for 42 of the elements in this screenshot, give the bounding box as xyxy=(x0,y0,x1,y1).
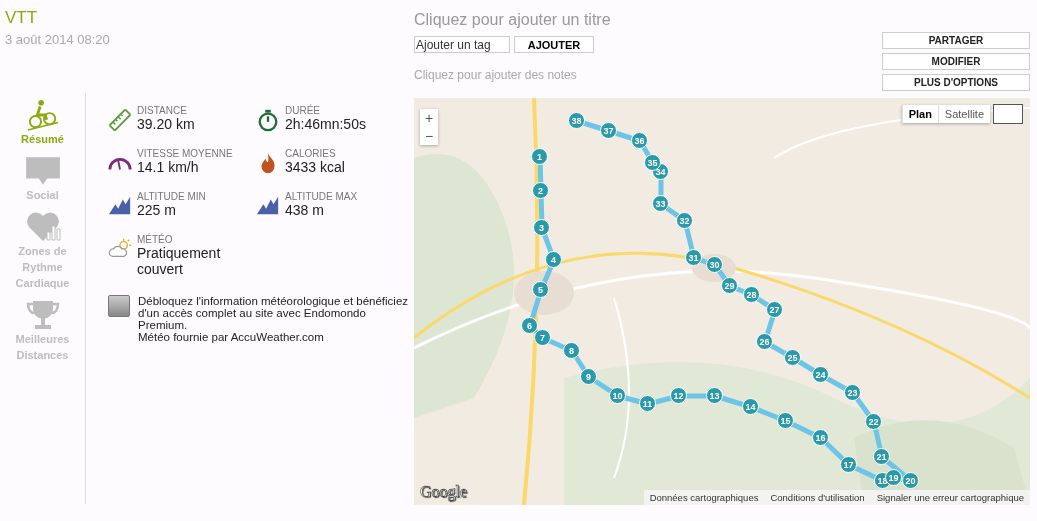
sidebar-tab[interactable]: Résumé xyxy=(2,99,83,147)
zoom-in-button[interactable]: + xyxy=(420,109,438,127)
premium-icon xyxy=(108,295,130,317)
sidebar-tab[interactable]: Meilleures Distances xyxy=(2,299,83,363)
stat-label: ALTITUDE MAX xyxy=(285,191,359,202)
map-link[interactable]: Conditions d'utilisation xyxy=(764,490,871,505)
ruler-icon xyxy=(108,107,132,133)
stat-value: 3433 kcal xyxy=(285,159,346,175)
map-type-tab[interactable]: Satellite xyxy=(937,105,990,123)
sidebar-tab[interactable]: Zones de Rythme Cardiaque xyxy=(2,211,83,291)
stat-value: Pratiquement couvert xyxy=(137,245,222,277)
map-link[interactable]: Signaler une erreur cartographique xyxy=(870,490,1030,505)
map-logo: Google xyxy=(420,483,468,501)
sidebar-tab[interactable]: Social xyxy=(2,155,83,203)
stat-label: ALTITUDE MIN xyxy=(137,191,207,202)
premium-text: Débloquez l'information météorologique et bénéficiez d'un accès complet au site avec Endomondo Premium. xyxy=(138,295,410,331)
tag-field[interactable]: Ajouter un tag xyxy=(414,36,510,53)
action-button[interactable]: MODIFIER xyxy=(882,53,1030,70)
stat-label: DISTANCE xyxy=(137,105,188,116)
stopwatch-icon xyxy=(256,107,280,133)
action-button[interactable]: PARTAGER xyxy=(882,32,1030,49)
stat-value: 14.1 km/h xyxy=(137,159,200,175)
stat-label: CALORIES xyxy=(285,148,337,159)
stat-value: 438 m xyxy=(285,202,325,218)
add-button[interactable]: AJOUTER xyxy=(514,36,594,53)
notes-field[interactable]: Cliquez pour ajouter des notes xyxy=(414,68,611,82)
weather-credit[interactable]: Météo fournie par AccuWeather.com xyxy=(138,331,414,343)
stat-value: 39.20 km xyxy=(137,116,196,132)
activity-sport: VTT xyxy=(5,8,39,28)
stat-label: VITESSE MOYENNE xyxy=(137,148,234,159)
stat-value: 225 m xyxy=(137,202,177,218)
zoom-out-button[interactable]: − xyxy=(420,127,438,145)
map-type-tab[interactable]: Plan xyxy=(901,105,938,123)
map-link[interactable]: Données cartographiques xyxy=(643,490,765,505)
stat-label: DURÉE xyxy=(285,105,321,116)
stat-label: MÉTÉO xyxy=(137,234,174,245)
speech-bubble-icon xyxy=(23,155,62,187)
title-field[interactable]: Cliquez pour ajouter un titre xyxy=(414,11,611,29)
fullscreen-button[interactable] xyxy=(993,104,1023,124)
action-button[interactable]: PLUS D'OPTIONS xyxy=(882,74,1030,91)
activity-date: 3 août 2014 08:20 xyxy=(5,32,111,47)
stat-value: 2h:46mn:50s xyxy=(285,116,367,132)
